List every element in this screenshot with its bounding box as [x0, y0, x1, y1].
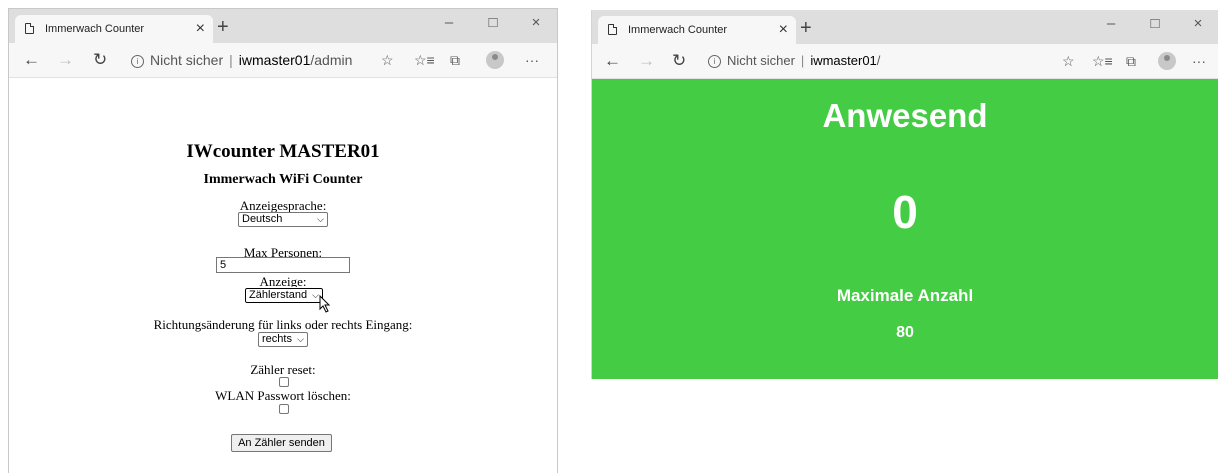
- tab-immerwach-counter[interactable]: Immerwach Counter ×: [598, 16, 796, 44]
- wifi-reset-label: WLAN Passwort löschen:: [215, 388, 351, 403]
- address-path: /admin: [310, 52, 353, 68]
- language-label: Anzeigesprache:: [239, 198, 327, 213]
- direction-label: Richtungsänderung für links oder rechts …: [153, 317, 413, 332]
- new-tab-icon[interactable]: +: [800, 16, 812, 40]
- counter-browser-window: Immerwach Counter × + – □ × ← → ↻ i Nicht…: [591, 10, 1218, 379]
- toolbar: ← → ↻ i Nicht sicher | iwmaster01/ ☆ ☆≡ ⧉ ·…: [592, 44, 1218, 79]
- more-icon[interactable]: ···: [1192, 52, 1206, 70]
- address-path: /: [876, 53, 881, 68]
- collections-icon[interactable]: ⧉: [450, 51, 460, 69]
- mouse-cursor-icon: [319, 295, 331, 313]
- chevron-down-icon: ⌵: [317, 214, 324, 224]
- display-label: Anzeige:: [259, 274, 307, 289]
- direction-select[interactable]: rechts ⌵: [258, 332, 308, 347]
- info-icon: i: [131, 54, 144, 68]
- page-title: IWcounter MASTER01: [186, 141, 380, 162]
- tab-strip: Immerwach Counter × + – □ ×: [592, 10, 1218, 44]
- reset-label: Zähler reset:: [250, 362, 316, 377]
- presence-heading: Anwesend: [822, 97, 988, 134]
- maximize-icon[interactable]: □: [1133, 10, 1177, 40]
- chevron-down-icon: ⌵: [312, 290, 319, 300]
- favorite-icon[interactable]: ☆: [381, 51, 394, 69]
- refresh-icon[interactable]: ↻: [672, 51, 686, 71]
- max-count-value: 80: [896, 324, 914, 341]
- tab-title: Immerwach Counter: [45, 23, 145, 35]
- forward-icon[interactable]: →: [638, 51, 655, 71]
- admin-page: IWcounter MASTER01 Immerwach WiFi Counte…: [9, 78, 557, 474]
- toolbar: ← → ↻ i Nicht sicher | iwmaster01/admin ☆ ☆…: [9, 43, 557, 78]
- favorites-list-icon[interactable]: ☆≡: [1092, 52, 1113, 70]
- back-icon[interactable]: ←: [604, 51, 621, 71]
- tab-immerwach-counter[interactable]: Immerwach Counter ×: [15, 15, 213, 43]
- display-select[interactable]: Zählerstand ⌵: [244, 287, 324, 304]
- close-window-icon[interactable]: ×: [514, 9, 558, 39]
- page-icon: [608, 24, 617, 35]
- max-persons-input[interactable]: 5: [216, 257, 350, 273]
- language-select[interactable]: Deutsch ⌵: [238, 212, 328, 227]
- minimize-icon[interactable]: –: [1089, 10, 1133, 40]
- forward-icon[interactable]: →: [57, 50, 74, 70]
- profile-avatar[interactable]: [1158, 52, 1176, 70]
- address-host: iwmaster01: [238, 52, 311, 68]
- close-window-icon[interactable]: ×: [1176, 10, 1218, 40]
- tab-title: Immerwach Counter: [628, 24, 728, 36]
- admin-browser-window: Immerwach Counter × + – □ × ← → ↻ i Nicht…: [8, 8, 558, 473]
- profile-avatar[interactable]: [486, 51, 504, 69]
- security-label: Nicht sicher: [150, 52, 224, 68]
- favorite-icon[interactable]: ☆: [1062, 52, 1075, 70]
- security-label: Nicht sicher: [727, 53, 795, 68]
- chevron-down-icon: ⌵: [297, 334, 304, 344]
- collections-icon[interactable]: ⧉: [1126, 52, 1136, 70]
- address-separator: |: [800, 53, 805, 68]
- max-count-label: Maximale Anzahl: [836, 286, 974, 305]
- more-icon[interactable]: ···: [525, 51, 539, 69]
- info-icon: i: [708, 55, 721, 69]
- address-separator: |: [229, 52, 233, 68]
- max-persons-value: 5: [220, 259, 227, 271]
- address-bar[interactable]: i Nicht sicher | iwmaster01/admin: [131, 49, 352, 71]
- tab-strip: Immerwach Counter × + – □ ×: [9, 9, 557, 43]
- submit-button[interactable]: An Zähler senden: [231, 434, 332, 452]
- direction-select-value: rechts: [262, 333, 292, 345]
- address-host: iwmaster01: [810, 53, 877, 68]
- minimize-icon[interactable]: –: [427, 9, 471, 39]
- new-tab-icon[interactable]: +: [217, 15, 229, 39]
- favorites-list-icon[interactable]: ☆≡: [414, 51, 435, 69]
- page-subtitle: Immerwach WiFi Counter: [203, 172, 363, 187]
- back-icon[interactable]: ←: [23, 50, 40, 70]
- language-select-value: Deutsch: [242, 213, 283, 225]
- reset-checkbox[interactable]: [279, 377, 289, 387]
- refresh-icon[interactable]: ↻: [93, 50, 107, 70]
- page-icon: [25, 23, 34, 34]
- address-bar[interactable]: i Nicht sicher | iwmaster01/: [708, 50, 880, 72]
- counter-page: Anwesend 0 Maximale Anzahl 80: [592, 79, 1218, 379]
- maximize-icon[interactable]: □: [471, 9, 515, 39]
- close-tab-icon[interactable]: ×: [196, 15, 205, 43]
- display-select-value: Zählerstand: [249, 289, 308, 301]
- wifi-reset-checkbox[interactable]: [279, 404, 289, 414]
- presence-count: 0: [892, 186, 918, 238]
- close-tab-icon[interactable]: ×: [779, 16, 788, 44]
